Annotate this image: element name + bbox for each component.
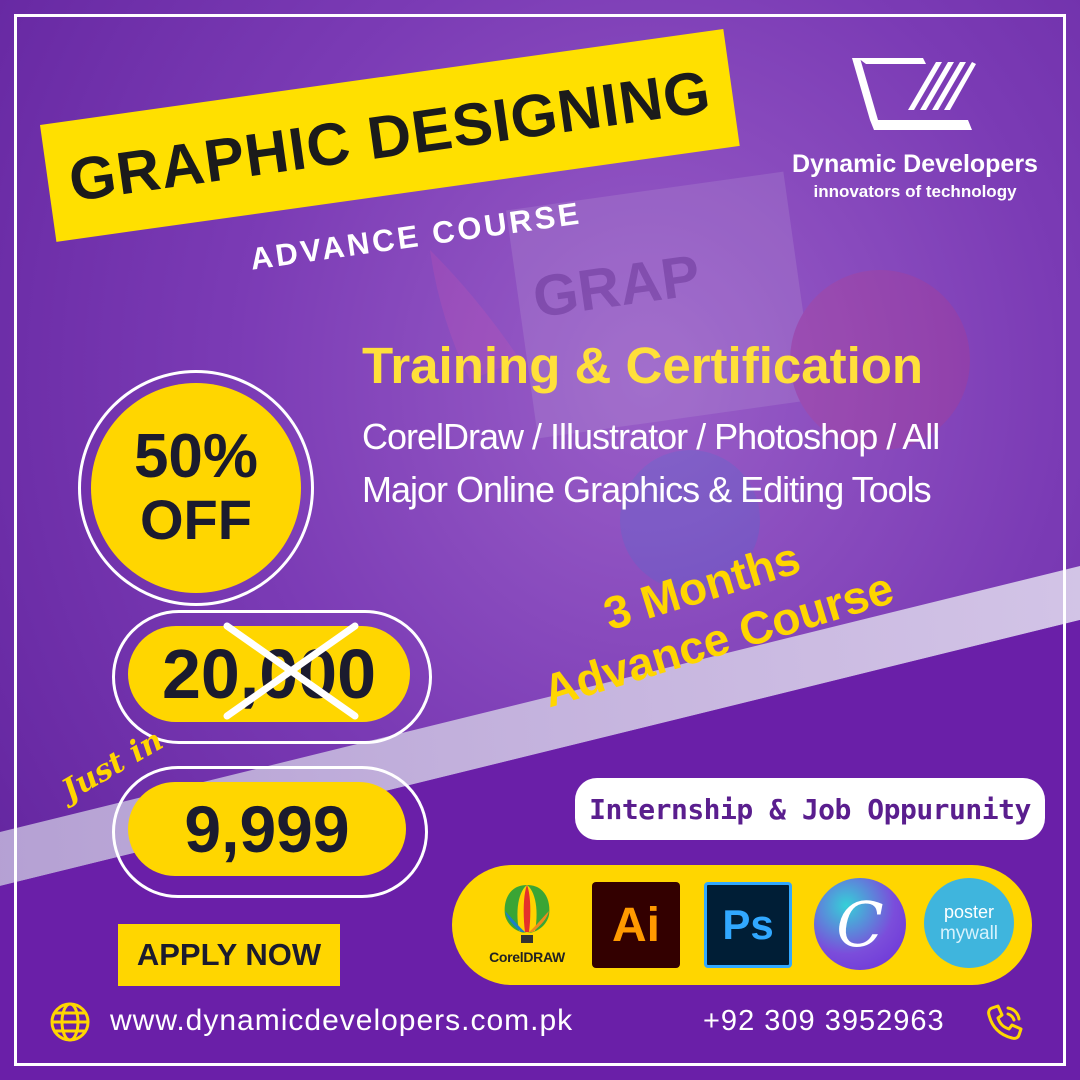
canva-icon: C <box>814 878 906 970</box>
website-link[interactable]: www.dynamicdevelopers.com.pk <box>110 1004 573 1038</box>
tools-description: CorelDraw / Illustrator / Photoshop / Al… <box>362 416 940 510</box>
brand-name: Dynamic Developers <box>792 150 1038 178</box>
photoshop-icon: Ps <box>704 882 792 968</box>
new-price: 9,999 <box>184 792 350 866</box>
discount-off-label: OFF <box>140 488 252 551</box>
coreldraw-label: CorelDRAW <box>489 949 565 965</box>
apply-now-button[interactable]: APPLY NOW <box>118 924 340 986</box>
phone-number[interactable]: +92 309 3952963 <box>703 1005 945 1038</box>
coreldraw-tool: CorelDRAW <box>484 876 570 970</box>
new-price-pill: 9,999 <box>128 782 406 876</box>
internship-badge: Internship & Job Oppurunity <box>575 778 1045 840</box>
brand-tagline: innovators of technology <box>813 182 1017 201</box>
postermywall-line-1: poster <box>943 902 995 922</box>
phone-icon <box>987 1004 1023 1040</box>
discount-badge: 50% OFF <box>91 383 301 593</box>
postermywall-line-2: mywall <box>939 923 999 944</box>
strikethrough-icon <box>223 622 359 720</box>
poster: GRAP Dynamic Developers innovators of te… <box>0 0 1080 1080</box>
coreldraw-icon <box>504 885 550 943</box>
postermywall-icon: poster mywall <box>924 878 1014 968</box>
globe-icon <box>50 1002 90 1042</box>
training-heading: Training & Certification <box>362 337 924 394</box>
discount-percent: 50% <box>133 422 259 491</box>
dynamic-developers-logo <box>852 58 976 130</box>
illustrator-icon: Ai <box>592 882 680 968</box>
